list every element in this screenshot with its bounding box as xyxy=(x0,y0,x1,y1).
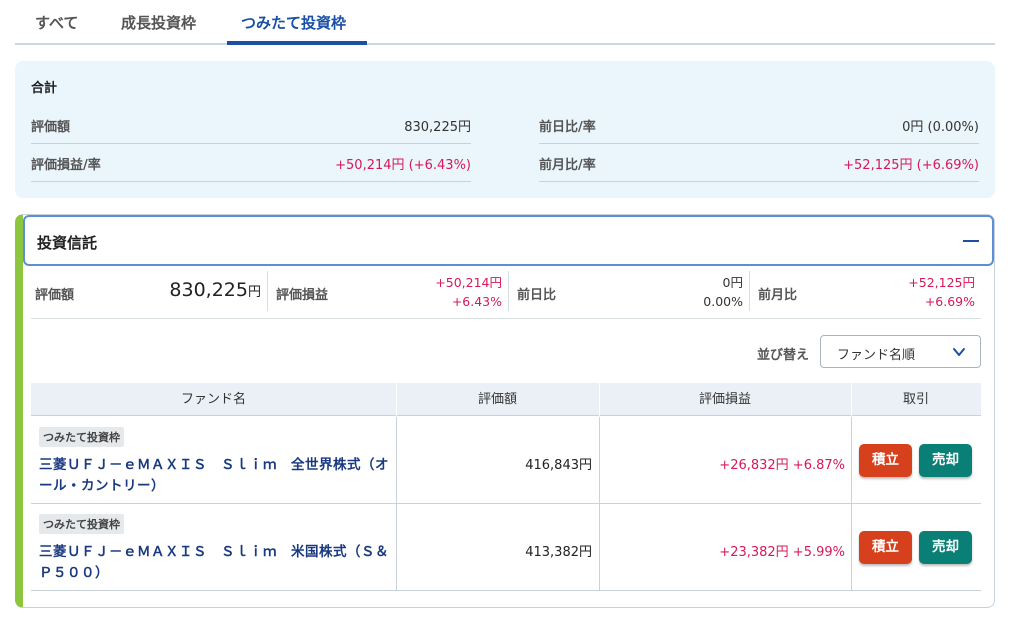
accumulate-button[interactable]: 積立 xyxy=(859,531,912,564)
table-header: ファンド名 評価額 評価損益 取引 xyxy=(31,383,981,416)
fund-pl: +26,832円 +6.87% xyxy=(719,458,845,473)
metric-divider xyxy=(508,271,509,311)
tab-bar: すべて 成長投資枠 つみたて投資枠 xyxy=(15,0,995,45)
cell-divider xyxy=(599,417,600,504)
summary-pl-row: 評価損益/率 +50,214円 (+6.43%) xyxy=(31,144,471,182)
metric-month-label: 前月比 xyxy=(758,288,798,303)
header-trade: 取引 xyxy=(902,392,929,407)
metric-day-amount: 0円 xyxy=(722,275,743,290)
accumulate-button[interactable]: 積立 xyxy=(859,444,912,477)
metric-pl-amount: +50,214円 xyxy=(435,275,502,290)
table-row: つみたて投資枠 三菱ＵＦＪ－ｅＭＡＸＩＳ Ｓｌｉｍ 全世界株式（オール・カントリ… xyxy=(31,417,981,504)
header-pl: 評価損益 xyxy=(698,392,751,407)
sell-button[interactable]: 売却 xyxy=(919,444,972,477)
fund-valuation: 413,382円 xyxy=(525,545,592,560)
metric-day: 前日比 0円 0.00% xyxy=(513,267,749,319)
metric-divider xyxy=(749,271,750,311)
account-type-badge: つみたて投資枠 xyxy=(39,427,124,447)
metric-month: 前月比 +52,125円 +6.69% xyxy=(754,267,981,319)
metric-divider xyxy=(267,271,268,311)
sort-dropdown[interactable]: ファンド名順 xyxy=(820,335,981,368)
account-type-badge: つみたて投資枠 xyxy=(39,514,124,534)
summary-pl-label: 評価損益/率 xyxy=(31,158,101,173)
summary-day-value: 0円 (0.00%) xyxy=(902,120,979,135)
chevron-down-icon xyxy=(953,348,965,356)
summary-day-row: 前日比/率 0円 (0.00%) xyxy=(539,106,979,144)
sell-button[interactable]: 売却 xyxy=(919,531,972,564)
cell-divider xyxy=(599,504,600,591)
metric-valuation-value: 830,225円 xyxy=(169,279,261,301)
investment-trust-card: 投資信託 評価額 830,225円 評価損益 +50,214円 +6.43% 前… xyxy=(15,214,995,608)
sort-label: 並び替え xyxy=(757,348,810,363)
tab-growth[interactable]: 成長投資枠 xyxy=(121,12,196,33)
tab-all[interactable]: すべて xyxy=(35,12,78,33)
summary-valuation-value: 830,225円 xyxy=(404,120,471,135)
minus-icon[interactable] xyxy=(962,232,980,250)
cell-divider xyxy=(851,417,852,504)
metric-valuation-label: 評価額 xyxy=(35,288,75,303)
metric-pl-label: 評価損益 xyxy=(276,288,329,303)
metric-day-label: 前日比 xyxy=(517,288,557,303)
cell-divider xyxy=(851,504,852,591)
metric-pl-rate: +6.43% xyxy=(451,294,502,309)
metric-valuation: 評価額 830,225円 xyxy=(31,267,267,319)
summary-panel: 合計 評価額 830,225円 評価損益/率 +50,214円 (+6.43%)… xyxy=(15,61,995,198)
active-tab-indicator xyxy=(227,41,367,45)
summary-month-row: 前月比/率 +52,125円 (+6.69%) xyxy=(539,144,979,182)
header-valuation: 評価額 xyxy=(477,392,517,407)
summary-day-label: 前日比/率 xyxy=(539,120,596,135)
summary-pl-value: +50,214円 (+6.43%) xyxy=(335,158,471,173)
card-metrics: 評価額 830,225円 評価損益 +50,214円 +6.43% 前日比 0円… xyxy=(31,267,981,319)
fund-name-link[interactable]: 三菱ＵＦＪ－ｅＭＡＸＩＳ Ｓｌｉｍ 米国株式（Ｓ＆Ｐ５００） xyxy=(39,542,389,584)
summary-month-value: +52,125円 (+6.69%) xyxy=(843,158,979,173)
card-title: 投資信託 xyxy=(37,234,98,252)
summary-valuation-row: 評価額 830,225円 xyxy=(31,106,471,144)
summary-valuation-label: 評価額 xyxy=(31,120,71,135)
fund-valuation: 416,843円 xyxy=(525,458,592,473)
header-fund-name: ファンド名 xyxy=(180,392,246,407)
metric-month-rate: +6.69% xyxy=(924,294,975,309)
metric-pl: 評価損益 +50,214円 +6.43% xyxy=(272,267,508,319)
sort-selected-value: ファンド名順 xyxy=(837,348,916,363)
summary-month-label: 前月比/率 xyxy=(539,158,596,173)
card-header[interactable]: 投資信託 xyxy=(23,215,994,266)
fund-pl: +23,382円 +5.99% xyxy=(719,545,845,560)
tab-tsumitate[interactable]: つみたて投資枠 xyxy=(241,12,346,33)
summary-title: 合計 xyxy=(31,81,58,96)
metric-day-rate: 0.00% xyxy=(703,294,743,309)
fund-name-link[interactable]: 三菱ＵＦＪ－ｅＭＡＸＩＳ Ｓｌｉｍ 全世界株式（オール・カントリー） xyxy=(39,455,389,497)
table-row: つみたて投資枠 三菱ＵＦＪ－ｅＭＡＸＩＳ Ｓｌｉｍ 米国株式（Ｓ＆Ｐ５００） 4… xyxy=(31,504,981,591)
metric-month-amount: +52,125円 xyxy=(908,275,975,290)
